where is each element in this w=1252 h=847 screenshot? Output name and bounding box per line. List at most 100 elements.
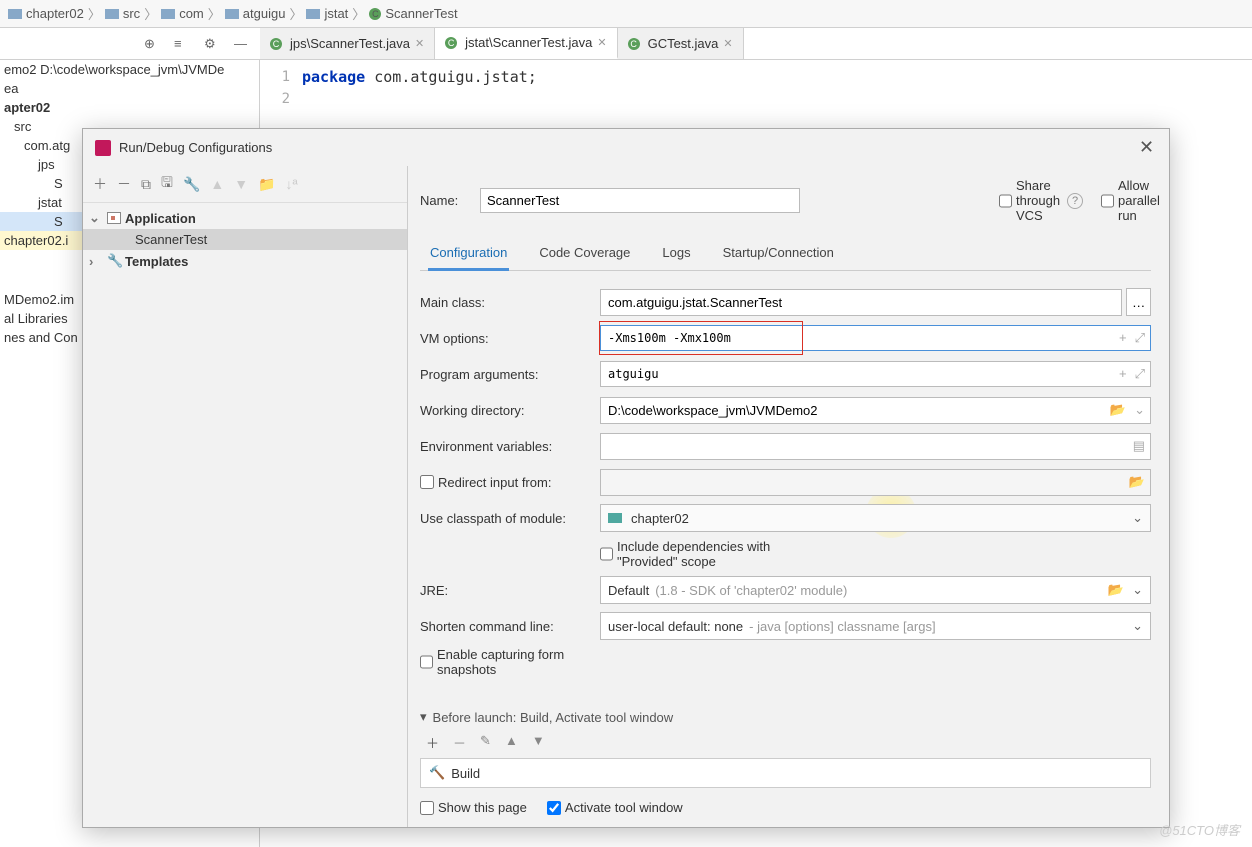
breadcrumb-item[interactable]: ScannerTest [385, 6, 457, 21]
include-provided-checkbox[interactable]: Include dependencies with "Provided" sco… [600, 539, 780, 569]
breadcrumb-item[interactable]: atguigu [243, 6, 286, 21]
vm-options-label: VM options: [420, 331, 600, 346]
tab-startup-connection[interactable]: Startup/Connection [721, 239, 836, 270]
close-icon[interactable]: ✕ [1139, 137, 1157, 158]
gear-icon[interactable]: ⚙ [204, 36, 220, 52]
tree-node-scannertest[interactable]: ScannerTest [83, 229, 407, 250]
add-icon[interactable]: + [1119, 366, 1127, 382]
editor-tabs: C jps\ScannerTest.java ✕ C jstat\Scanner… [260, 28, 744, 59]
before-launch-header[interactable]: ▾ Before launch: Build, Activate tool wi… [420, 707, 1151, 727]
config-tree[interactable]: ⌄ Application ScannerTest › 🔧 Templates [83, 203, 407, 827]
editor-toolbar: ⊕ ≡ ⚙ — C jps\ScannerTest.java ✕ C jstat… [0, 28, 1252, 60]
add-button[interactable]: ＋ [426, 733, 439, 752]
classpath-value: chapter02 [631, 511, 689, 526]
shorten-select[interactable]: user-local default: none - java [options… [600, 612, 1151, 640]
sort-button[interactable]: ↓ª [286, 176, 298, 192]
module-icon [608, 513, 622, 523]
activate-tool-window-checkbox[interactable]: Activate tool window [547, 800, 683, 815]
tab-configuration[interactable]: Configuration [428, 239, 509, 271]
folder-icon[interactable]: 📁 [258, 176, 275, 193]
main-class-label: Main class: [420, 295, 600, 310]
close-icon[interactable]: ✕ [415, 37, 424, 50]
hammer-icon: 🔨 [429, 765, 445, 781]
save-button[interactable]: 🖫 [161, 172, 173, 196]
allow-parallel-checkbox[interactable]: Allow parallel run [1101, 178, 1151, 223]
breadcrumb-item[interactable]: jstat [324, 6, 348, 21]
working-dir-input[interactable] [600, 397, 1151, 424]
collapse-icon[interactable]: — [234, 36, 250, 52]
shorten-label: Shorten command line: [420, 619, 600, 634]
move-up-button[interactable]: ▲ [210, 176, 224, 192]
browse-button[interactable]: … [1126, 288, 1151, 316]
chevron-down-icon: ⌄ [1132, 618, 1143, 634]
remove-button[interactable]: － [117, 174, 131, 194]
jre-label: JRE: [420, 583, 600, 598]
tree-item[interactable]: ea [0, 79, 259, 98]
share-vcs-checkbox[interactable]: Share through VCS [999, 178, 1049, 223]
settings-icon[interactable]: ≡ [174, 36, 190, 52]
move-up-button[interactable]: ▲ [505, 733, 518, 752]
config-form: Name: Share through VCS ? Allow parallel… [408, 166, 1169, 827]
application-icon [107, 212, 121, 224]
program-args-input[interactable] [600, 361, 1151, 387]
tree-label: Application [125, 211, 196, 226]
folder-open-icon[interactable]: 📂 [1108, 582, 1124, 597]
folder-open-icon[interactable]: 📂 [1110, 402, 1126, 418]
tree-item[interactable]: apter02 [0, 98, 259, 117]
folder-icon [8, 9, 22, 19]
working-dir-label: Working directory: [420, 403, 600, 418]
move-down-button[interactable]: ▼ [532, 733, 545, 752]
editor-tab[interactable]: C jstat\ScannerTest.java ✕ [435, 28, 617, 59]
intellij-icon [95, 140, 111, 156]
add-button[interactable]: ＋ [93, 174, 107, 194]
classpath-select[interactable]: chapter02 ⌄ [600, 504, 1151, 532]
tab-code-coverage[interactable]: Code Coverage [537, 239, 632, 270]
edit-button[interactable]: ✎ [480, 733, 491, 752]
expand-icon[interactable]: ⤢ [1135, 330, 1145, 346]
tree-item[interactable]: emo2 D:\code\workspace_jvm\JVMDe [0, 60, 259, 79]
breadcrumb-item[interactable]: src [123, 6, 140, 21]
close-icon[interactable]: ✕ [597, 36, 606, 49]
watermark: @51CTO博客 [1159, 820, 1240, 839]
tab-logs[interactable]: Logs [660, 239, 692, 270]
add-icon[interactable]: + [1119, 330, 1127, 346]
editor-tab-label: jps\ScannerTest.java [290, 36, 410, 51]
before-launch-toolbar: ＋ － ✎ ▲ ▼ [420, 727, 1151, 758]
config-toolbar: ＋ － ⧉ 🖫 🔧 ▲ ▼ 📁 ↓ª [83, 166, 407, 203]
before-launch-task[interactable]: 🔨 Build [420, 758, 1151, 788]
copy-button[interactable]: ⧉ [141, 176, 151, 193]
editor-tab-label: GCTest.java [648, 36, 719, 51]
wrench-icon[interactable]: 🔧 [183, 176, 200, 193]
name-input[interactable] [480, 188, 800, 213]
tree-node-application[interactable]: ⌄ Application [83, 207, 407, 229]
list-icon[interactable]: ▤ [1133, 438, 1145, 454]
editor-tab[interactable]: C jps\ScannerTest.java ✕ [260, 28, 435, 59]
jre-select[interactable]: Default (1.8 - SDK of 'chapter02' module… [600, 576, 1151, 604]
chevron-down-icon[interactable]: ⌄ [1134, 402, 1145, 418]
expand-icon[interactable]: ⤢ [1135, 366, 1145, 382]
breadcrumb-item[interactable]: chapter02 [26, 6, 84, 21]
chevron-down-icon: ▾ [420, 709, 427, 725]
dialog-title: Run/Debug Configurations [119, 140, 1139, 155]
env-vars-input[interactable] [600, 433, 1151, 460]
show-this-page-checkbox[interactable]: Show this page [420, 800, 527, 815]
move-down-button[interactable]: ▼ [234, 176, 248, 192]
tree-node-templates[interactable]: › 🔧 Templates [83, 250, 407, 272]
shorten-hint: - java [options] classname [args] [749, 619, 935, 634]
dialog-titlebar[interactable]: Run/Debug Configurations ✕ [83, 129, 1169, 166]
editor-tab[interactable]: C GCTest.java ✕ [618, 28, 744, 59]
folder-icon [225, 9, 239, 19]
editor-tab-label: jstat\ScannerTest.java [465, 35, 592, 50]
redirect-input-checkbox[interactable]: Redirect input from: [420, 475, 600, 490]
breadcrumb-item[interactable]: com [179, 6, 204, 21]
close-icon[interactable]: ✕ [723, 37, 732, 50]
env-vars-label: Environment variables: [420, 439, 600, 454]
enable-snapshots-checkbox[interactable]: Enable capturing form snapshots [420, 647, 600, 677]
run-debug-config-dialog: Run/Debug Configurations ✕ ＋ － ⧉ 🖫 🔧 ▲ ▼… [82, 128, 1170, 828]
target-icon[interactable]: ⊕ [144, 36, 160, 52]
vm-options-input[interactable] [600, 325, 1151, 351]
remove-button[interactable]: － [453, 733, 466, 752]
name-label: Name: [420, 193, 470, 208]
help-icon[interactable]: ? [1067, 193, 1083, 209]
main-class-input[interactable] [600, 289, 1122, 316]
